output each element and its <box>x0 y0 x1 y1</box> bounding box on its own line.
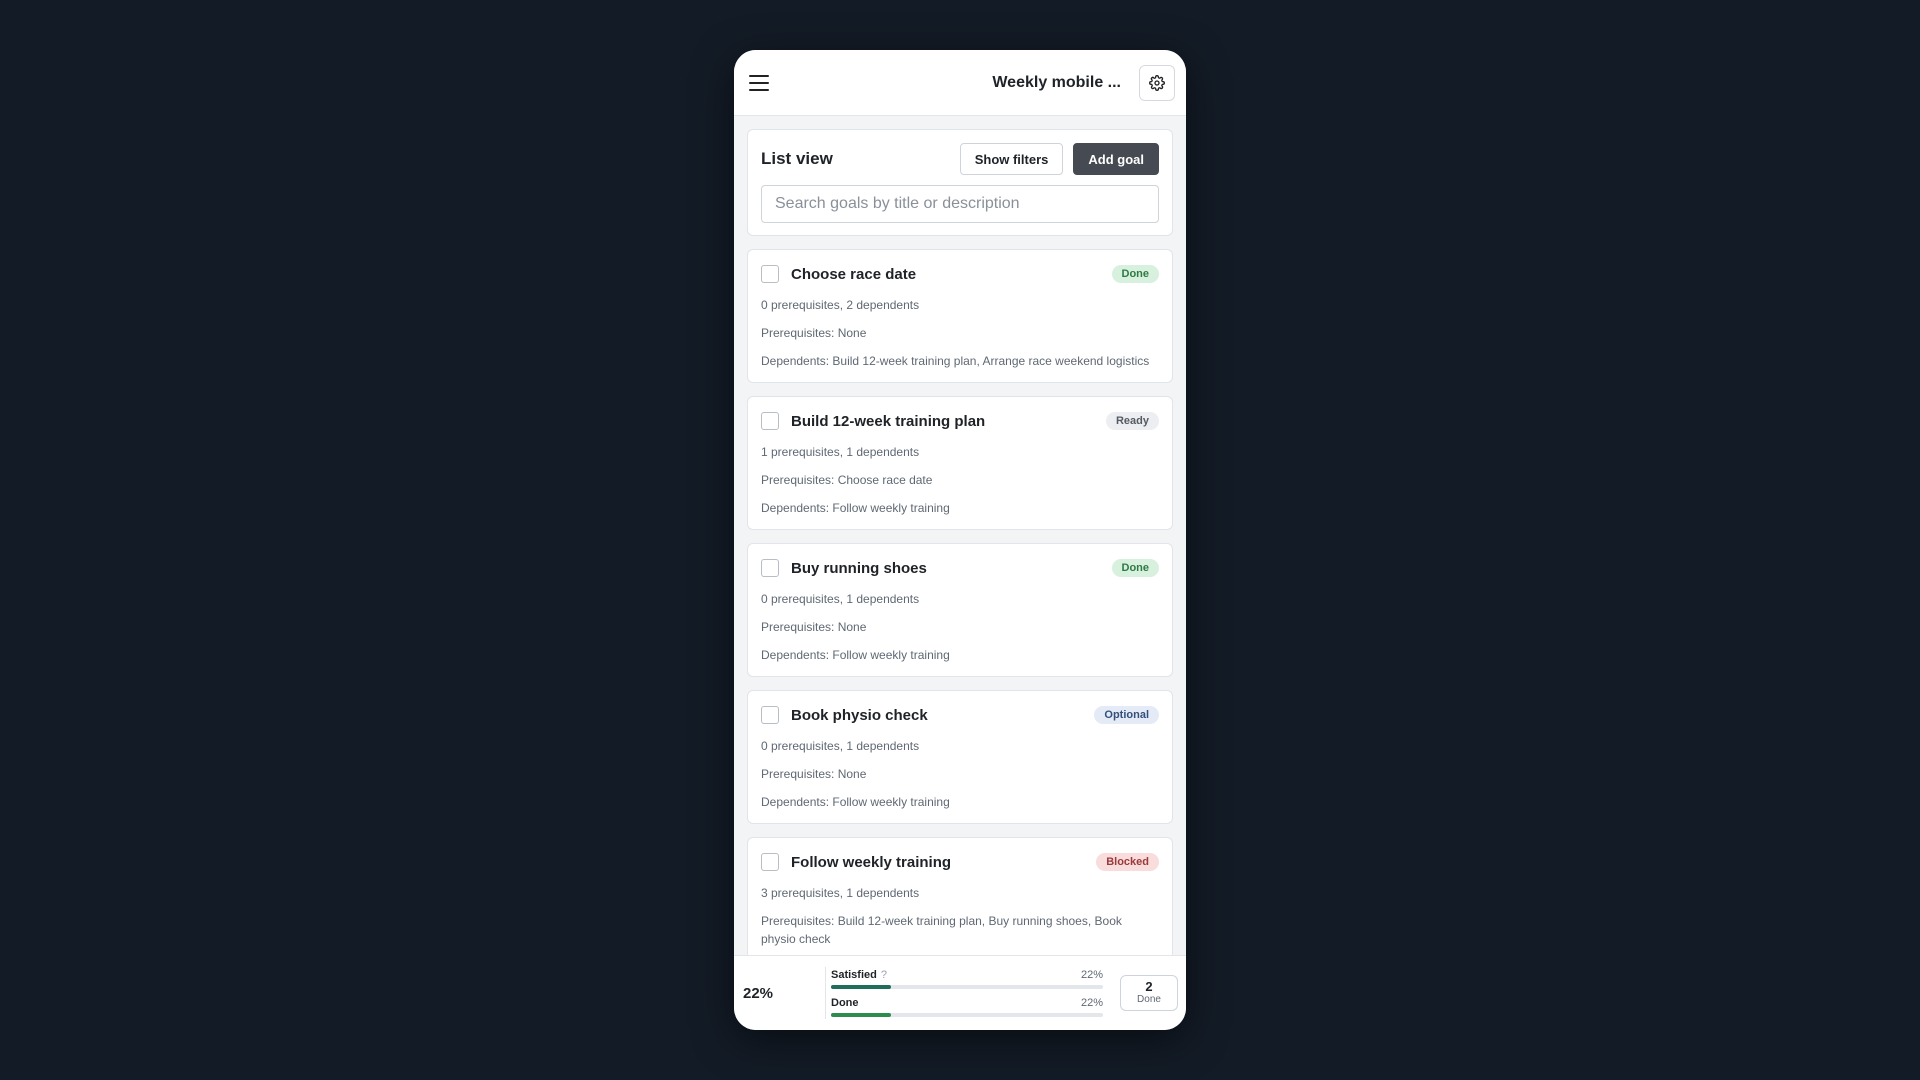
satisfied-percentage: 22% <box>1080 969 1103 981</box>
goal-title[interactable]: Choose race date <box>791 266 916 283</box>
goal-checkbox[interactable] <box>761 412 779 430</box>
satisfied-label: Satisfied <box>831 969 877 981</box>
done-percentage: 22% <box>1080 997 1103 1009</box>
goal-prerequisites: Prerequisites: Build 12-week training pl… <box>761 914 1122 946</box>
hamburger-icon[interactable] <box>749 74 769 91</box>
status-badge: Blocked <box>1096 853 1159 871</box>
overall-percentage: 22% <box>734 967 826 1019</box>
help-icon[interactable]: ? <box>881 969 887 981</box>
done-progress-fill <box>831 1013 891 1017</box>
satisfied-progress-track <box>831 985 1103 989</box>
list-view-title: List view <box>761 149 833 168</box>
done-count-box[interactable]: 2 Done <box>1120 975 1178 1011</box>
goal-checkbox[interactable] <box>761 706 779 724</box>
show-filters-button[interactable]: Show filters <box>959 143 1064 175</box>
goal-title[interactable]: Follow weekly training <box>791 854 951 871</box>
status-badge: Done <box>1111 559 1159 577</box>
goal-counts: 0 prerequisites, 1 dependents <box>761 739 920 753</box>
goal-card: Build 12-week training plan Ready 1 prer… <box>747 396 1173 530</box>
search-input[interactable] <box>761 185 1159 223</box>
goal-card: Buy running shoes Done 0 prerequisites, … <box>747 543 1173 677</box>
goal-title[interactable]: Book physio check <box>791 707 928 724</box>
satisfied-metric: Satisfied ? 22% <box>831 969 1103 989</box>
gear-icon <box>1149 74 1165 91</box>
satisfied-progress-fill <box>831 985 891 989</box>
done-count: 2 <box>1145 979 1153 994</box>
settings-button[interactable] <box>1139 64 1175 101</box>
done-label: Done <box>831 997 859 1009</box>
goal-list-container[interactable]: List view Show filters Add goal Choose r… <box>734 116 1186 955</box>
goal-dependents: Dependents: Follow weekly training <box>761 648 950 662</box>
goal-card: Book physio check Optional 0 prerequisit… <box>747 690 1173 824</box>
done-progress-track <box>831 1013 1103 1017</box>
goal-prerequisites: Prerequisites: None <box>761 767 867 781</box>
top-bar: Weekly mobile ... <box>734 50 1186 116</box>
goal-card: Choose race date Done 0 prerequisites, 2… <box>747 249 1173 383</box>
goal-counts: 1 prerequisites, 1 dependents <box>761 445 920 459</box>
goal-prerequisites: Prerequisites: None <box>761 620 867 634</box>
progress-summary-bar: 22% Satisfied ? 22% Done 22% 2 Done <box>734 955 1186 1030</box>
goal-prerequisites: Prerequisites: Choose race date <box>761 473 933 487</box>
progress-metrics: Satisfied ? 22% Done 22% <box>831 969 1103 1017</box>
app-frame: Weekly mobile ... List view Show filters… <box>734 50 1186 1030</box>
done-metric: Done 22% <box>831 997 1103 1017</box>
goal-checkbox[interactable] <box>761 265 779 283</box>
goal-card: Follow weekly training Blocked 3 prerequ… <box>747 837 1173 955</box>
goal-dependents: Dependents: Follow weekly training <box>761 501 950 515</box>
goal-checkbox[interactable] <box>761 853 779 871</box>
status-badge: Done <box>1111 265 1159 283</box>
goal-dependents: Dependents: Build 12-week training plan,… <box>761 354 1150 368</box>
goal-prerequisites: Prerequisites: None <box>761 326 867 340</box>
goal-dependents: Dependents: Follow weekly training <box>761 795 950 809</box>
goal-counts: 3 prerequisites, 1 dependents <box>761 886 920 900</box>
goal-title[interactable]: Buy running shoes <box>791 560 927 577</box>
goal-counts: 0 prerequisites, 2 dependents <box>761 298 920 312</box>
page-title: Weekly mobile ... <box>992 73 1121 91</box>
done-count-label: Done <box>1137 994 1161 1005</box>
add-goal-button[interactable]: Add goal <box>1073 143 1159 175</box>
status-badge: Ready <box>1105 412 1159 430</box>
goal-checkbox[interactable] <box>761 559 779 577</box>
goal-counts: 0 prerequisites, 1 dependents <box>761 592 920 606</box>
goal-title[interactable]: Build 12-week training plan <box>791 413 985 430</box>
status-badge: Optional <box>1094 706 1159 724</box>
list-view-panel: List view Show filters Add goal <box>747 129 1173 236</box>
